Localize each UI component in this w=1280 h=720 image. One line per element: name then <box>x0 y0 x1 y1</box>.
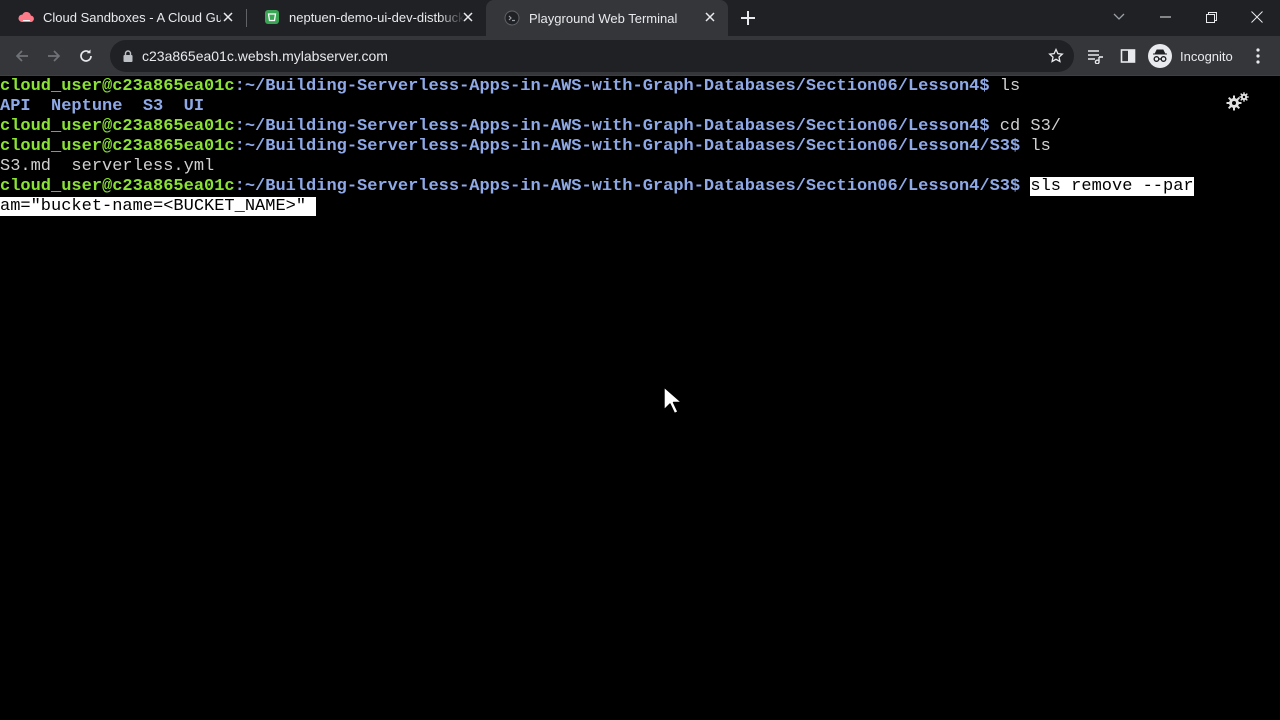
bucket-icon <box>264 9 280 25</box>
prompt-user-host: cloud_user@c23a865ea01c <box>0 177 235 196</box>
prompt-path: ~/Building-Serverless-Apps-in-AWS-with-G… <box>244 177 1010 196</box>
new-tab-icon[interactable] <box>738 8 758 28</box>
tab-neptune-bucket[interactable]: neptuen-demo-ui-dev-distbucket <box>246 0 486 34</box>
terminal-line: cloud_user@c23a865ea01c:~/Building-Serve… <box>0 77 1021 96</box>
incognito-profile-button[interactable]: Incognito <box>1146 42 1233 70</box>
tab-title: Playground Web Terminal <box>529 10 678 26</box>
media-queue-icon[interactable] <box>1085 45 1107 67</box>
incognito-icon <box>1148 44 1172 68</box>
terminal-line: cloud_user@c23a865ea01c:~/Building-Serve… <box>0 177 1194 196</box>
terminal-line: cloud_user@c23a865ea01c:~/Building-Serve… <box>0 137 1051 156</box>
close-tab-icon[interactable] <box>220 9 236 25</box>
tab-title: neptuen-demo-ui-dev-distbucket <box>289 9 465 25</box>
close-tab-icon[interactable] <box>702 9 718 25</box>
forward-icon[interactable] <box>40 42 68 70</box>
cloud-icon <box>18 9 34 25</box>
dir-entry: UI <box>183 97 205 116</box>
side-panel-icon[interactable] <box>1117 45 1139 67</box>
reload-icon[interactable] <box>72 42 100 70</box>
prompt-user-host: cloud_user@c23a865ea01c <box>0 77 235 96</box>
command-text: ls <box>989 77 1021 96</box>
browser-toolbar: c23a865ea01c.websh.mylabserver.com Incog… <box>0 36 1280 76</box>
selected-command-text[interactable]: am="bucket-name=<BUCKET_NAME>" <box>0 197 317 216</box>
selected-command-text[interactable]: sls remove --par <box>1030 177 1194 196</box>
file-list-output: S3.md serverless.yml <box>0 157 215 176</box>
more-menu-icon[interactable] <box>1247 45 1269 67</box>
bookmark-star-icon[interactable] <box>1046 46 1066 66</box>
terminal-line: am="bucket-name=<BUCKET_NAME>" <box>0 197 317 217</box>
tab-playground-web-terminal[interactable]: Playground Web Terminal <box>486 0 728 36</box>
command-text: ls <box>1020 137 1051 156</box>
dir-entry: Neptune <box>51 97 123 116</box>
address-bar[interactable]: c23a865ea01c.websh.mylabserver.com <box>110 40 1074 72</box>
tab-cloud-sandboxes[interactable]: Cloud Sandboxes - A Cloud Guru <box>0 0 246 34</box>
mouse-pointer-icon <box>663 386 683 415</box>
url-text[interactable]: c23a865ea01c.websh.mylabserver.com <box>142 48 388 64</box>
prompt-path: ~/Building-Serverless-Apps-in-AWS-with-G… <box>244 117 980 136</box>
prompt-path: ~/Building-Serverless-Apps-in-AWS-with-G… <box>244 137 1010 156</box>
restore-icon[interactable] <box>1188 0 1234 34</box>
dir-entry: S3 <box>142 97 164 116</box>
dir-entry: API <box>0 97 31 116</box>
minimize-icon[interactable] <box>1142 0 1188 34</box>
back-icon[interactable] <box>8 42 36 70</box>
tab-search-icon[interactable] <box>1096 0 1142 34</box>
close-tab-icon[interactable] <box>460 9 476 25</box>
prompt-user-host: cloud_user@c23a865ea01c <box>0 137 235 156</box>
prompt-path: ~/Building-Serverless-Apps-in-AWS-with-G… <box>244 77 980 96</box>
web-terminal[interactable]: cloud_user@c23a865ea01c:~/Building-Serve… <box>0 77 1280 720</box>
settings-gear-icon[interactable] <box>1226 92 1250 112</box>
prompt-user-host: cloud_user@c23a865ea01c <box>0 117 235 136</box>
lock-icon[interactable] <box>120 48 136 64</box>
terminal-line: cloud_user@c23a865ea01c:~/Building-Serve… <box>0 117 1061 136</box>
terminal-line: API Neptune S3 UI <box>0 97 204 117</box>
profile-label: Incognito <box>1180 48 1233 64</box>
tab-title: Cloud Sandboxes - A Cloud Guru <box>43 9 221 25</box>
command-text: cd S3/ <box>989 117 1061 136</box>
terminal-icon <box>504 10 520 26</box>
terminal-line: S3.md serverless.yml <box>0 157 214 177</box>
tab-strip: Cloud Sandboxes - A Cloud Guru neptuen-d… <box>0 0 1280 36</box>
close-window-icon[interactable] <box>1234 0 1280 34</box>
